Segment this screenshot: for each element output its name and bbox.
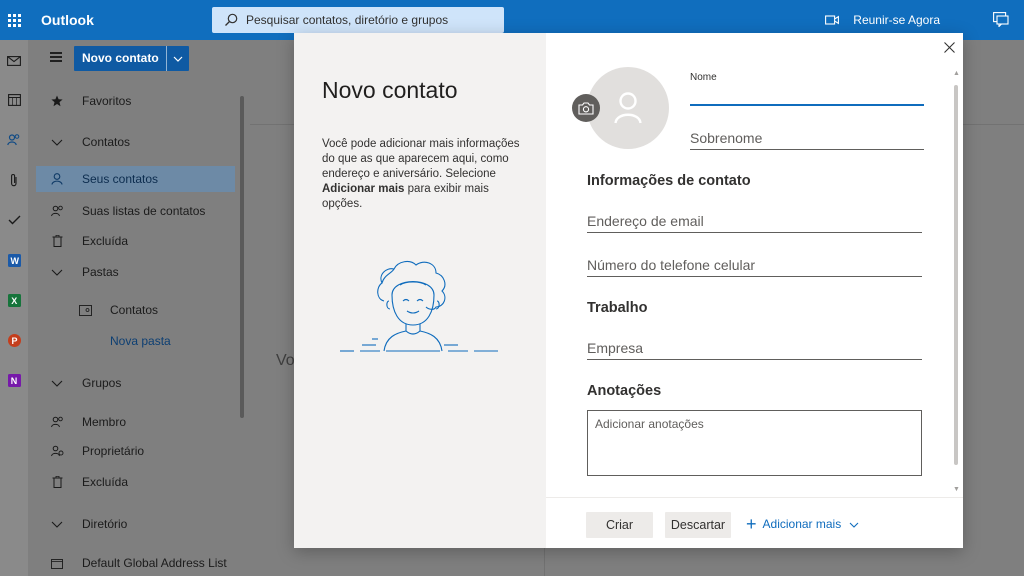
chevron-down-icon[interactable] [167,56,189,62]
nav-groups-deleted-label: Excluída [82,475,129,489]
first-name-field[interactable] [690,84,924,106]
search-input[interactable]: Pesquisar contatos, diretório e grupos [246,13,448,27]
nav-favorites-label: Favoritos [82,94,132,108]
app-launcher-button[interactable] [0,0,28,40]
nav-folder-contacts-label: Contatos [110,303,159,317]
chevron-down-icon [50,521,64,528]
nav-contacts-header[interactable]: Contatos [36,129,236,155]
nav-contacts-label: Contatos [82,135,131,149]
trash-icon [50,476,64,488]
nav-folders-label: Pastas [82,265,119,279]
mobile-phone-field[interactable]: Número do telefone celular [587,255,922,277]
nav-member[interactable]: Membro [36,409,236,435]
contact-info-heading: Informações de contato [587,173,751,189]
person-icon [50,173,64,185]
nav-groups-label: Grupos [82,376,122,390]
video-camera-icon [825,15,840,25]
powerpoint-icon[interactable]: P [7,333,21,347]
meet-now-label: Reunir-se Agora [853,13,940,27]
mail-icon[interactable] [7,54,21,68]
scroll-up-icon[interactable]: ▲ [953,70,960,77]
nav-folders[interactable]: Pastas [36,259,236,285]
dialog-description: Você pode adicionar mais informações do … [322,138,520,210]
nav-groups-deleted[interactable]: Excluída [36,469,236,495]
add-more-label: Adicionar mais [762,517,842,531]
dialog-info-panel: Novo contato Você pode adicionar mais in… [294,33,546,548]
dialog-title: Novo contato [322,77,458,103]
nav-directory-label: Diretório [82,517,128,531]
svg-text:W: W [10,256,19,266]
nav-groups-header[interactable]: Grupos [36,370,236,396]
chevron-down-icon [50,380,64,387]
nav-scrollbar[interactable] [240,96,244,418]
nav-contact-lists-label: Suas listas de contatos [82,204,206,218]
waffle-icon [7,13,21,27]
svg-text:P: P [11,336,17,346]
nav-new-folder[interactable]: Nova pasta [64,328,264,354]
chevron-down-icon [50,269,64,276]
nav-deleted[interactable]: Excluída [36,228,236,254]
nav-contact-lists[interactable]: Suas listas de contatos [36,198,236,224]
nav-new-folder-label: Nova pasta [110,334,171,348]
calendar-icon[interactable] [7,93,21,107]
scroll-down-icon[interactable]: ▼ [953,486,960,493]
first-name-label: Nome [690,72,717,83]
nav-member-label: Membro [82,415,127,429]
nav-owner[interactable]: Proprietário [36,438,236,464]
nav-your-contacts-label: Seus contatos [82,172,159,186]
attachment-icon[interactable] [7,173,21,187]
search-box[interactable]: Pesquisar contatos, diretório e grupos [212,7,504,33]
person-illustration [340,255,502,360]
person-icon [614,92,642,124]
close-icon[interactable] [941,39,957,55]
email-field[interactable]: Endereço de email [587,211,922,233]
camera-icon [578,101,594,115]
plus-icon: + [746,514,757,534]
add-photo-button[interactable] [572,94,600,122]
hamburger-icon[interactable] [50,52,62,62]
svg-text:N: N [10,376,16,386]
nav-favorites[interactable]: Favoritos [36,88,236,114]
chevron-down-icon [849,517,859,531]
word-icon[interactable]: W [7,253,21,267]
todo-icon[interactable] [7,213,21,227]
notes-heading: Anotações [587,383,662,399]
contact-folder-icon [78,304,92,316]
last-name-field[interactable]: Sobrenome [690,128,924,150]
trash-icon [50,235,64,247]
nav-global-address-list[interactable]: Default Global Address List [36,550,236,576]
excel-icon[interactable]: X [7,293,21,307]
people-list-icon [50,205,64,217]
owner-icon [50,445,64,457]
star-icon [50,95,64,107]
create-button[interactable]: Criar [586,512,653,538]
add-more-button[interactable]: + Adicionar mais [746,515,859,533]
new-contact-button[interactable]: Novo contato [74,46,189,71]
company-field[interactable]: Empresa [587,338,922,360]
address-book-icon [50,558,64,569]
svg-text:X: X [11,296,17,306]
discard-button[interactable]: Descartar [665,512,731,538]
app-name[interactable]: Outlook [41,12,211,28]
dialog-scrollbar[interactable] [954,85,958,465]
nav-your-contacts[interactable]: Seus contatos [36,166,235,192]
people-icon[interactable] [7,133,21,147]
people-icon [50,416,64,428]
background-text: Vo [276,352,295,369]
feedback-icon[interactable] [993,12,1009,32]
nav-directory-header[interactable]: Diretório [36,511,236,537]
notes-textarea[interactable]: Adicionar anotações [587,410,922,476]
nav-owner-label: Proprietário [82,444,145,458]
chevron-down-icon [50,139,64,146]
work-heading: Trabalho [587,300,648,316]
new-contact-dialog: Novo contato Você pode adicionar mais in… [294,33,963,548]
app-rail: W X P N [0,40,28,576]
new-contact-label: Novo contato [82,51,159,65]
nav-folder-contacts[interactable]: Contatos [64,297,264,323]
nav-global-list-label: Default Global Address List [82,556,227,570]
search-icon [225,13,238,26]
onenote-icon[interactable]: N [7,373,21,387]
nav-deleted-label: Excluída [82,234,129,248]
